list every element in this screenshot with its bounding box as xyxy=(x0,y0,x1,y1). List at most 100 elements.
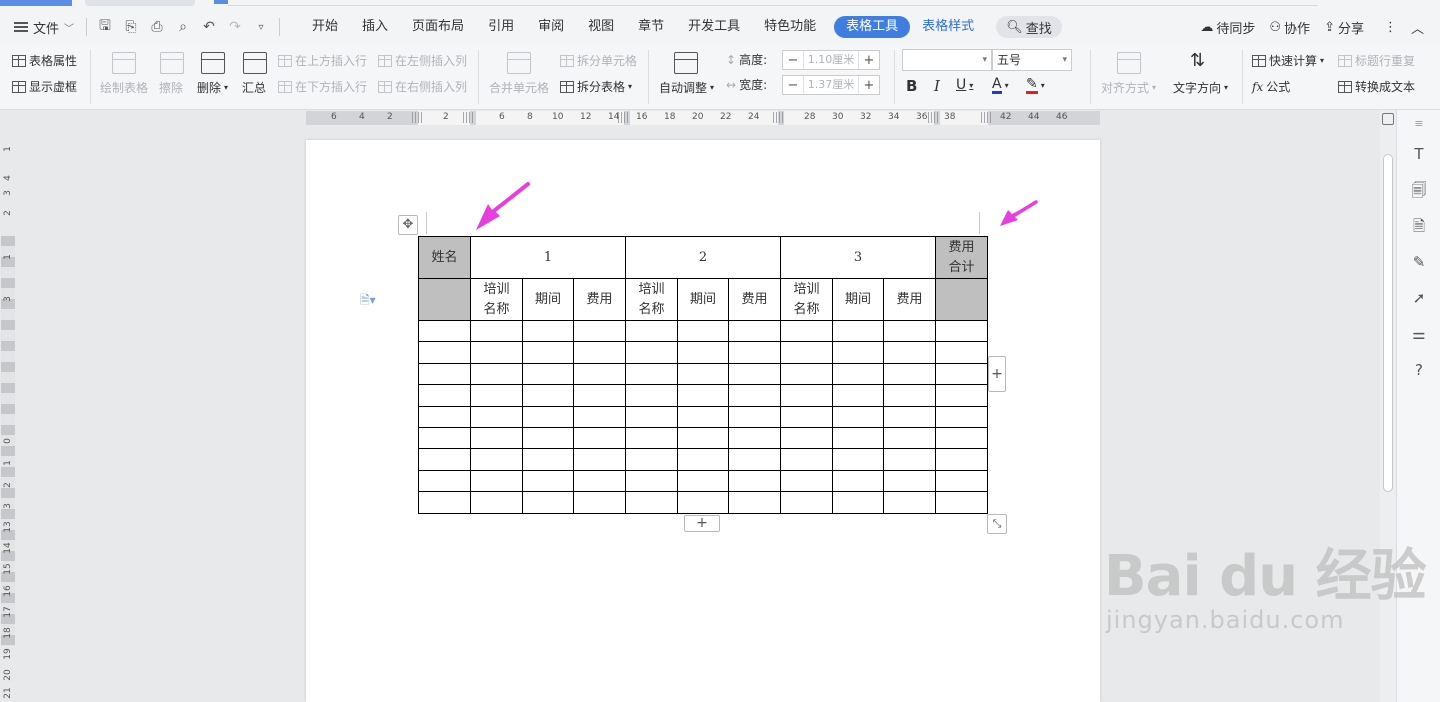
table-cell[interactable] xyxy=(677,384,729,407)
table-cell[interactable] xyxy=(573,405,626,428)
period-cell[interactable]: 期间 xyxy=(677,278,729,321)
table-cell[interactable] xyxy=(935,384,988,407)
tab-developer[interactable]: 开发工具 xyxy=(676,16,752,38)
table-cell[interactable] xyxy=(625,405,678,428)
document-tab[interactable] xyxy=(214,0,228,4)
minus-icon[interactable]: − xyxy=(783,78,803,93)
table-cell[interactable] xyxy=(883,341,936,364)
total-cost-header-cell[interactable]: 费用合计 xyxy=(935,236,988,279)
training-expense-table[interactable]: 姓名 1 2 3 费用合计 培训名称 期间 费用 培训名称 期间 费用 培训名称… xyxy=(418,236,988,514)
table-cell[interactable] xyxy=(418,341,471,364)
table-cell[interactable] xyxy=(728,469,781,493)
table-cell[interactable] xyxy=(780,341,833,364)
table-cell[interactable] xyxy=(677,341,729,364)
table-cell[interactable] xyxy=(677,362,729,386)
tab-page-layout[interactable]: 页面布局 xyxy=(400,16,476,38)
table-cell[interactable] xyxy=(935,426,988,450)
table-cell[interactable] xyxy=(883,319,936,343)
table-cell[interactable] xyxy=(573,319,626,343)
align-button[interactable]: 对齐方式 ▾ xyxy=(1101,79,1156,96)
table-cell[interactable] xyxy=(728,405,781,428)
table-cell[interactable] xyxy=(780,426,833,450)
table-cell[interactable] xyxy=(625,426,678,450)
table-cell[interactable] xyxy=(470,362,523,386)
cost-cell[interactable]: 费用 xyxy=(573,278,626,321)
row-height-stepper[interactable]: −1.10厘米 + xyxy=(782,50,880,70)
column-marker[interactable] xyxy=(981,112,993,123)
share-button[interactable]: ⇪ 分享 xyxy=(1324,18,1364,37)
table-cell[interactable] xyxy=(883,362,936,386)
customize-icon[interactable]: ▿ xyxy=(253,22,269,33)
scrollbar-thumb[interactable] xyxy=(1383,154,1393,492)
table-cell[interactable] xyxy=(625,491,678,514)
document-tab[interactable] xyxy=(85,0,195,6)
font-color-button[interactable]: A ▾ xyxy=(992,77,1009,94)
sliders-icon[interactable]: ⚌ xyxy=(1409,324,1429,344)
table-cell[interactable] xyxy=(573,384,626,407)
table-cell[interactable] xyxy=(883,384,936,407)
table-cell[interactable] xyxy=(522,426,574,450)
period-cell[interactable]: 期间 xyxy=(522,278,574,321)
table-cell[interactable] xyxy=(677,319,729,343)
horizontal-ruler[interactable]: 6 4 2 2 6 8 10 12 14 16 18 20 22 24 28 3… xyxy=(0,110,1380,128)
table-cell[interactable] xyxy=(418,362,471,386)
font-name-select[interactable] xyxy=(902,49,992,71)
show-gridlines-button[interactable]: 显示虚框 xyxy=(12,78,77,95)
column-marker[interactable] xyxy=(773,112,785,123)
group-2-header-cell[interactable]: 2 xyxy=(625,236,781,279)
table-cell[interactable] xyxy=(625,384,678,407)
tab-insert[interactable]: 插入 xyxy=(350,16,400,38)
table-cell[interactable] xyxy=(418,491,471,514)
split-table-button[interactable]: 拆分表格 ▾ xyxy=(560,78,632,95)
table-cell[interactable] xyxy=(522,405,574,428)
column-marker[interactable] xyxy=(463,112,475,123)
table-cell[interactable] xyxy=(677,448,729,471)
training-name-cell[interactable]: 培训名称 xyxy=(625,278,678,321)
table-cell[interactable] xyxy=(522,341,574,364)
table-cell[interactable] xyxy=(625,469,678,493)
tab-view[interactable]: 视图 xyxy=(576,16,626,38)
plus-icon[interactable]: + xyxy=(859,53,879,68)
table-cell[interactable] xyxy=(677,426,729,450)
table-cell[interactable] xyxy=(935,448,988,471)
table-cell[interactable] xyxy=(418,448,471,471)
tab-review[interactable]: 审阅 xyxy=(526,16,576,38)
tab-section[interactable]: 章节 xyxy=(626,16,676,38)
table-cell[interactable] xyxy=(883,426,936,450)
cursor-icon[interactable]: ➚ xyxy=(1409,288,1429,308)
table-cell[interactable] xyxy=(780,405,833,428)
print-icon[interactable]: ⎙ xyxy=(149,19,165,35)
table-cell[interactable] xyxy=(625,319,678,343)
table-cell[interactable] xyxy=(780,491,833,514)
more-icon[interactable]: ⋮ xyxy=(1384,20,1397,35)
print-preview-icon[interactable]: ⌕ xyxy=(175,19,191,35)
document-icon[interactable]: 🗐 xyxy=(1409,180,1429,200)
table-cell[interactable] xyxy=(780,362,833,386)
table-cell[interactable] xyxy=(418,319,471,343)
table-cell[interactable] xyxy=(728,362,781,386)
table-cell[interactable] xyxy=(832,319,884,343)
table-cell[interactable] xyxy=(832,448,884,471)
cost-cell[interactable]: 费用 xyxy=(883,278,936,321)
table-cell[interactable] xyxy=(470,491,523,514)
tab-references[interactable]: 引用 xyxy=(476,16,526,38)
table-cell[interactable] xyxy=(418,405,471,428)
total-cost-cell-merged[interactable] xyxy=(935,278,988,321)
table-cell[interactable] xyxy=(470,469,523,493)
document-settings-icon[interactable]: 🗎 xyxy=(1409,216,1429,236)
table-cell[interactable] xyxy=(522,384,574,407)
table-cell[interactable] xyxy=(470,341,523,364)
highlight-button[interactable]: ✎ ▾ xyxy=(1026,77,1045,94)
format-painter-icon[interactable]: ⎘ xyxy=(123,19,139,35)
table-cell[interactable] xyxy=(418,469,471,493)
table-cell[interactable] xyxy=(522,469,574,493)
add-column-button[interactable]: + xyxy=(988,356,1006,392)
table-cell[interactable] xyxy=(728,341,781,364)
table-cell[interactable] xyxy=(832,384,884,407)
table-cell[interactable] xyxy=(832,426,884,450)
group-1-header-cell[interactable]: 1 xyxy=(470,236,626,279)
table-cell[interactable] xyxy=(522,491,574,514)
tab-table-tools[interactable]: 表格工具 xyxy=(834,16,911,38)
file-menu[interactable]: 文件 ﹀ xyxy=(14,18,74,37)
table-cell[interactable] xyxy=(728,384,781,407)
